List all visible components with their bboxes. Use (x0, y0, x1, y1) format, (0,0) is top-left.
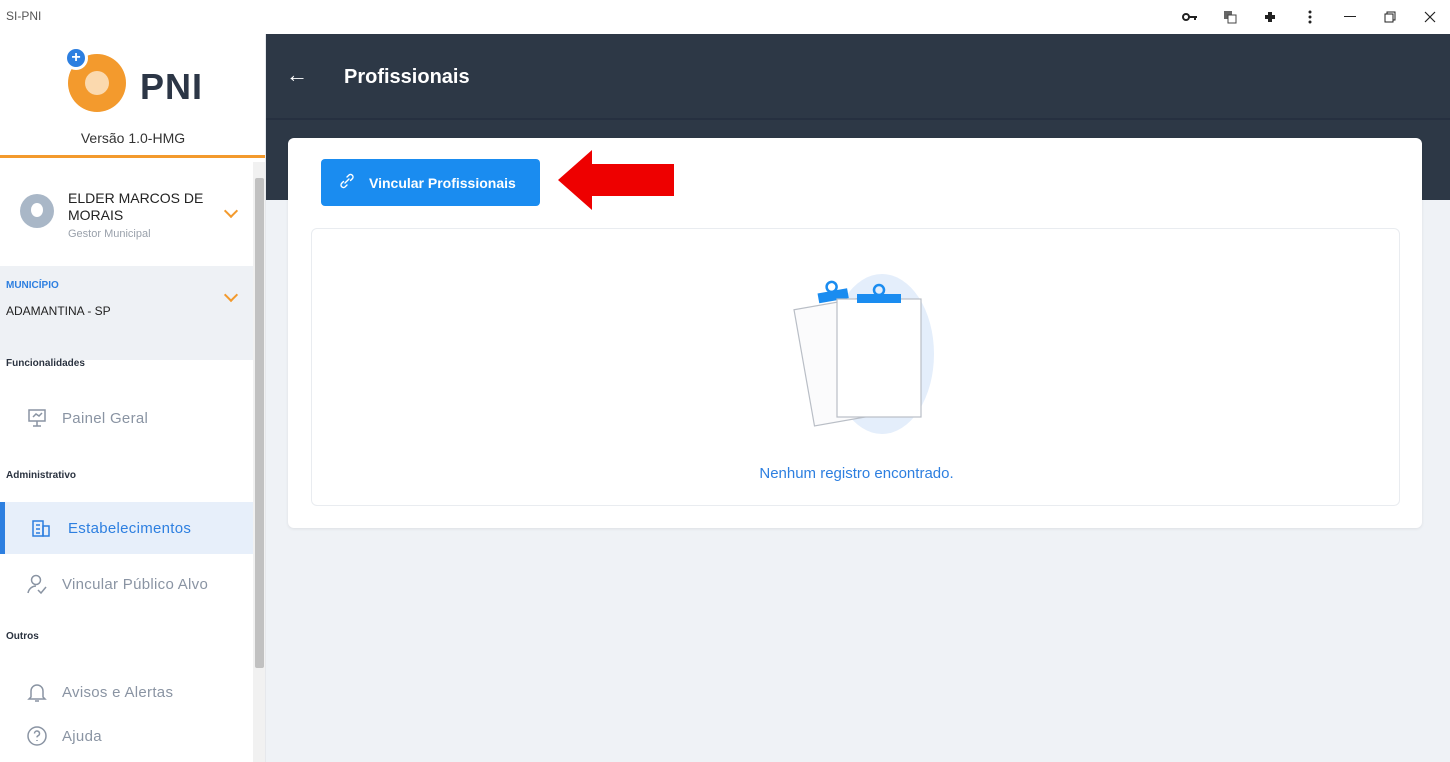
empty-state: Nenhum registro encontrado. (311, 228, 1400, 506)
sidebar-scroll-thumb[interactable] (255, 178, 264, 668)
close-icon[interactable] (1410, 0, 1450, 34)
extensions-icon[interactable] (1250, 0, 1290, 34)
brand-divider (0, 155, 265, 158)
empty-clipboard-icon (793, 274, 934, 434)
brand: + PNI Versão 1.0-HMG (0, 34, 265, 158)
municipio-label: MUNICÍPIO (6, 280, 59, 291)
button-label: Vincular Profissionais (369, 175, 516, 191)
chevron-down-icon[interactable] (223, 203, 239, 219)
chevron-down-icon[interactable] (223, 287, 239, 303)
window-title: SI-PNI (6, 9, 42, 23)
page-header: ← Profissionais (266, 34, 1450, 118)
window-controls (1170, 0, 1450, 34)
vincular-profissionais-button[interactable]: Vincular Profissionais (321, 159, 540, 206)
profissionais-card: Vincular Profissionais Nenhum registro e… (288, 138, 1422, 528)
sidebar-item-label: Ajuda (62, 727, 102, 745)
bell-icon (27, 684, 47, 702)
building-icon (32, 520, 50, 537)
sidebar: + PNI Versão 1.0-HMG ELDER MARCOS DE MOR… (0, 34, 266, 762)
sidebar-item-vincular-publico-alvo[interactable]: Vincular Público Alvo (0, 558, 253, 610)
sidebar-item-label: Avisos e Alertas (62, 683, 174, 701)
avatar (20, 194, 54, 228)
section-funcionalidades: Funcionalidades (6, 358, 85, 369)
user-menu[interactable]: ELDER MARCOS DE MORAIS Gestor Municipal (0, 174, 253, 266)
brand-name: PNI (140, 66, 204, 107)
section-administrativo: Administrativo (6, 470, 77, 481)
key-icon[interactable] (1170, 0, 1210, 34)
link-icon (340, 173, 354, 189)
municipio-selector[interactable]: MUNICÍPIO ADAMANTINA - SP (0, 266, 253, 360)
sidebar-item-label: Estabelecimentos (68, 519, 192, 537)
user-name: ELDER MARCOS DE MORAIS (68, 190, 204, 223)
plus-badge-icon: + (64, 46, 88, 70)
annotation-arrow-icon (558, 150, 674, 210)
restore-icon[interactable] (1370, 0, 1410, 34)
main-content: ← Profissionais Vincular Profissionais N… (266, 34, 1450, 762)
user-check-icon (27, 574, 47, 595)
minimize-icon[interactable] (1330, 0, 1370, 34)
help-icon (27, 726, 47, 746)
menu-icon[interactable] (1290, 0, 1330, 34)
translate-icon[interactable] (1210, 0, 1250, 34)
back-arrow-icon[interactable]: ← (286, 62, 308, 88)
sidebar-item-label: Vincular Público Alvo (62, 575, 209, 593)
sidebar-item-estabelecimentos[interactable]: Estabelecimentos (0, 502, 253, 554)
sidebar-item-label: Painel Geral (62, 409, 149, 427)
user-role: Gestor Municipal (68, 228, 151, 240)
municipio-value: ADAMANTINA - SP (6, 304, 111, 318)
sidebar-item-ajuda[interactable]: Ajuda (0, 710, 253, 762)
page-title: Profissionais (344, 66, 470, 88)
app-version: Versão 1.0-HMG (80, 130, 186, 146)
empty-message: Nenhum registro encontrado. (759, 465, 954, 482)
section-outros: Outros (6, 631, 39, 642)
window-titlebar: SI-PNI (0, 0, 1450, 34)
sidebar-item-painel-geral[interactable]: Painel Geral (0, 392, 253, 444)
presentation-icon (28, 409, 46, 427)
